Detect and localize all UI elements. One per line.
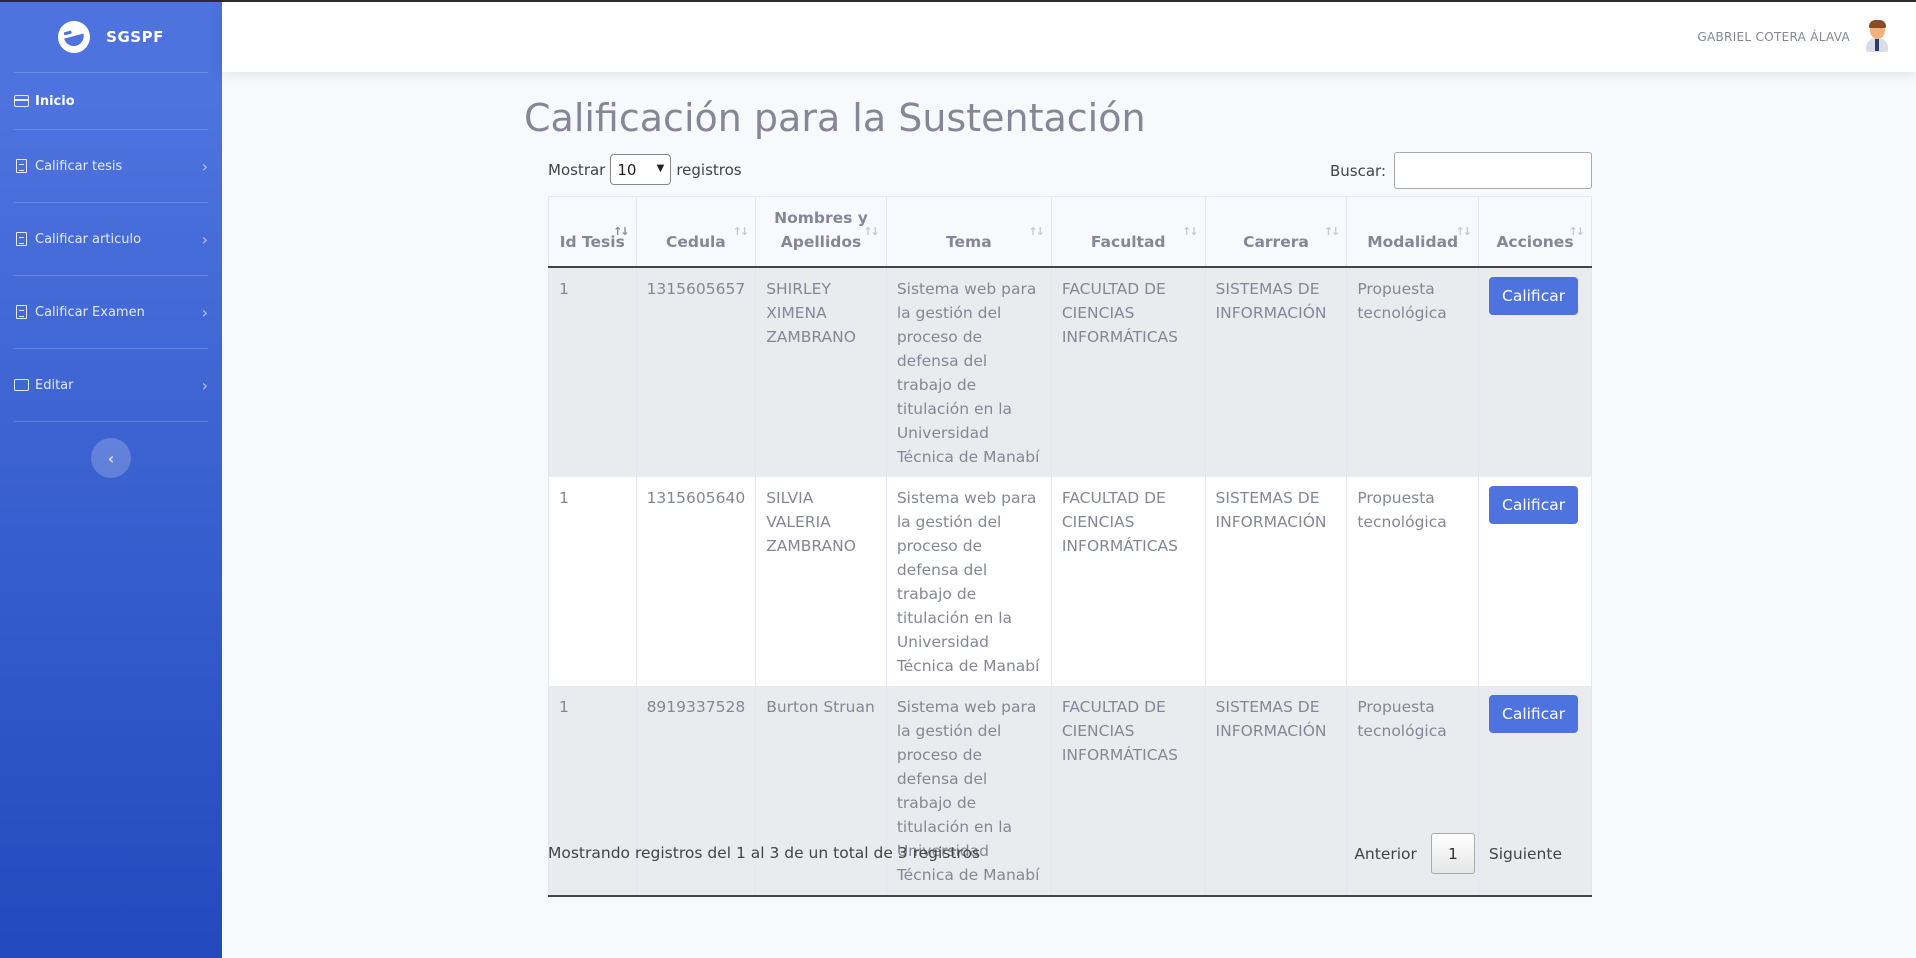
sort-icon: ↑↓ — [1455, 224, 1473, 238]
cell-nombres: SHIRLEY XIMENA ZAMBRANO — [755, 266, 887, 477]
brand-name: SGSPF — [106, 28, 164, 46]
avatar-hair-shape — [1869, 20, 1886, 28]
sidebar-divider — [14, 421, 208, 422]
cell-tema: Sistema web para la gestión del proceso … — [886, 685, 1052, 897]
sidebar-item-label: Inicio — [35, 93, 75, 109]
chevron-right-icon: › — [201, 375, 208, 395]
page-length-select[interactable]: 10 ▼ — [610, 154, 672, 185]
column-header-label: Modalidad — [1367, 232, 1459, 251]
avatar-tie-shape — [1875, 39, 1879, 51]
calificar-button[interactable]: Calificar — [1489, 485, 1579, 524]
sort-icon: ↑↓ — [1568, 224, 1586, 238]
sidebar-item-calificar-examen[interactable]: Calificar Examen › — [0, 276, 222, 348]
column-header-label: Acciones — [1496, 232, 1574, 251]
column-header-id[interactable]: Id Tesis ↑↓ — [548, 196, 637, 268]
sidebar-item-editar[interactable]: Editar › — [0, 349, 222, 421]
column-header-modalidad[interactable]: Modalidad ↑↓ — [1346, 196, 1479, 268]
column-header-label: Carrera — [1243, 232, 1309, 251]
column-header-label: Cedula — [665, 232, 726, 251]
sidebar-item-calificar-articulo[interactable]: Calificar articulo › — [0, 203, 222, 275]
column-header-tema[interactable]: Tema ↑↓ — [886, 196, 1052, 268]
cell-facultad: FACULTAD DE CIENCIAS INFORMÁTICAS — [1051, 476, 1206, 686]
sort-icon: ↑↓ — [1028, 224, 1045, 238]
sort-icon: ↑↓ — [1182, 224, 1199, 238]
sort-asc-icon: ↑↓ — [613, 224, 630, 238]
pagination-page-1[interactable]: 1 — [1430, 833, 1475, 874]
table-search-control: Buscar: — [1330, 152, 1592, 189]
cell-facultad: FACULTAD DE CIENCIAS INFORMÁTICAS — [1051, 685, 1206, 897]
cell-carrera: SISTEMAS DE INFORMACIÓN — [1205, 476, 1348, 686]
search-label: Buscar: — [1329, 161, 1386, 180]
cell-nombres: Burton Struan — [755, 685, 887, 897]
sidebar-item-inicio[interactable]: Inicio — [0, 73, 222, 129]
cell-cedula: 1315605657 — [636, 266, 757, 477]
topbar: GABRIEL COTERA ÁLAVA — [222, 2, 1916, 72]
search-input[interactable] — [1394, 152, 1592, 189]
table-length-control: Mostrar 10 ▼ registros — [548, 154, 742, 185]
table-row: 1 1315605640 SILVIA VALERIA ZAMBRANO Sis… — [548, 476, 1592, 686]
window-top-border — [0, 0, 1916, 2]
records-label: registros — [676, 160, 742, 179]
chevron-down-icon: ▼ — [656, 163, 665, 174]
cell-tema: Sistema web para la gestión del proceso … — [886, 266, 1052, 477]
column-header-nombres[interactable]: Nombres y Apellidos ↑↓ — [755, 196, 887, 268]
cell-cedula: 8919337528 — [636, 685, 757, 897]
chevron-left-icon: ‹ — [107, 448, 115, 468]
pagination-next[interactable]: Siguiente — [1475, 845, 1576, 863]
column-header-cedula[interactable]: Cedula ↑↓ — [636, 196, 757, 268]
window-icon — [14, 95, 29, 107]
cell-cedula: 1315605640 — [636, 476, 757, 686]
column-header-facultad[interactable]: Facultad ↑↓ — [1051, 196, 1206, 268]
show-label: Mostrar — [548, 160, 606, 179]
page-length-value: 10 — [617, 160, 637, 179]
sidebar-item-label: Calificar tesis — [35, 158, 123, 174]
calificar-button[interactable]: Calificar — [1489, 694, 1579, 733]
sort-icon: ↑↓ — [1323, 224, 1341, 238]
sidebar-item-label: Calificar Examen — [35, 304, 145, 320]
folder-icon — [14, 379, 29, 391]
column-header-label: Facultad — [1090, 232, 1166, 251]
avatar[interactable] — [1862, 20, 1892, 54]
calificar-button[interactable]: Calificar — [1489, 276, 1579, 315]
cell-facultad: FACULTAD DE CIENCIAS INFORMÁTICAS — [1051, 266, 1206, 477]
file-icon — [16, 232, 27, 246]
theses-table: Id Tesis ↑↓ Cedula ↑↓ Nombres y Apellidos ↑… — [548, 196, 1592, 897]
pagination: Anterior 1 Siguiente — [1340, 833, 1576, 874]
sidebar-toggle-button[interactable]: ‹ — [91, 438, 131, 478]
chevron-right-icon: › — [201, 229, 208, 249]
brand[interactable]: SGSPF — [0, 2, 222, 72]
cell-tema: Sistema web para la gestión del proceso … — [886, 476, 1052, 686]
sidebar-item-label: Editar — [35, 377, 74, 393]
document-icon — [16, 159, 27, 173]
sidebar: SGSPF Inicio Calificar tesis › Calificar… — [0, 2, 222, 958]
cell-id: 1 — [548, 266, 637, 477]
chevron-right-icon: › — [201, 156, 208, 176]
column-header-label: Tema — [946, 232, 992, 251]
sidebar-item-label: Calificar articulo — [35, 231, 142, 247]
laugh-wink-icon — [54, 17, 94, 57]
table-info: Mostrando registros del 1 al 3 de un tot… — [548, 844, 981, 862]
chevron-right-icon: › — [201, 302, 208, 322]
column-header-label: Nombres y Apellidos — [774, 208, 868, 251]
user-name[interactable]: GABRIEL COTERA ÁLAVA — [1697, 30, 1850, 44]
pagination-previous[interactable]: Anterior — [1340, 845, 1431, 863]
cell-nombres: SILVIA VALERIA ZAMBRANO — [755, 476, 887, 686]
page-title: Calificación para la Sustentación — [524, 96, 1146, 140]
cell-modalidad: Propuesta tecnológica — [1346, 266, 1479, 477]
cell-modalidad: Propuesta tecnológica — [1346, 476, 1479, 686]
sort-icon: ↑↓ — [732, 224, 750, 238]
cell-id: 1 — [548, 685, 637, 897]
cell-id: 1 — [548, 476, 637, 686]
sort-icon: ↑↓ — [863, 224, 880, 238]
table-row: 1 1315605657 SHIRLEY XIMENA ZAMBRANO Sis… — [548, 266, 1592, 477]
cell-carrera: SISTEMAS DE INFORMACIÓN — [1205, 685, 1348, 897]
column-header-carrera[interactable]: Carrera ↑↓ — [1205, 196, 1348, 268]
cell-acciones: Calificar — [1478, 476, 1592, 686]
cell-acciones: Calificar — [1478, 266, 1592, 477]
column-header-acciones[interactable]: Acciones ↑↓ — [1478, 196, 1592, 268]
table-header-row: Id Tesis ↑↓ Cedula ↑↓ Nombres y Apellidos ↑… — [548, 196, 1592, 268]
file-text-icon — [16, 305, 27, 319]
cell-carrera: SISTEMAS DE INFORMACIÓN — [1205, 266, 1348, 477]
sidebar-item-calificar-tesis[interactable]: Calificar tesis › — [0, 130, 222, 202]
